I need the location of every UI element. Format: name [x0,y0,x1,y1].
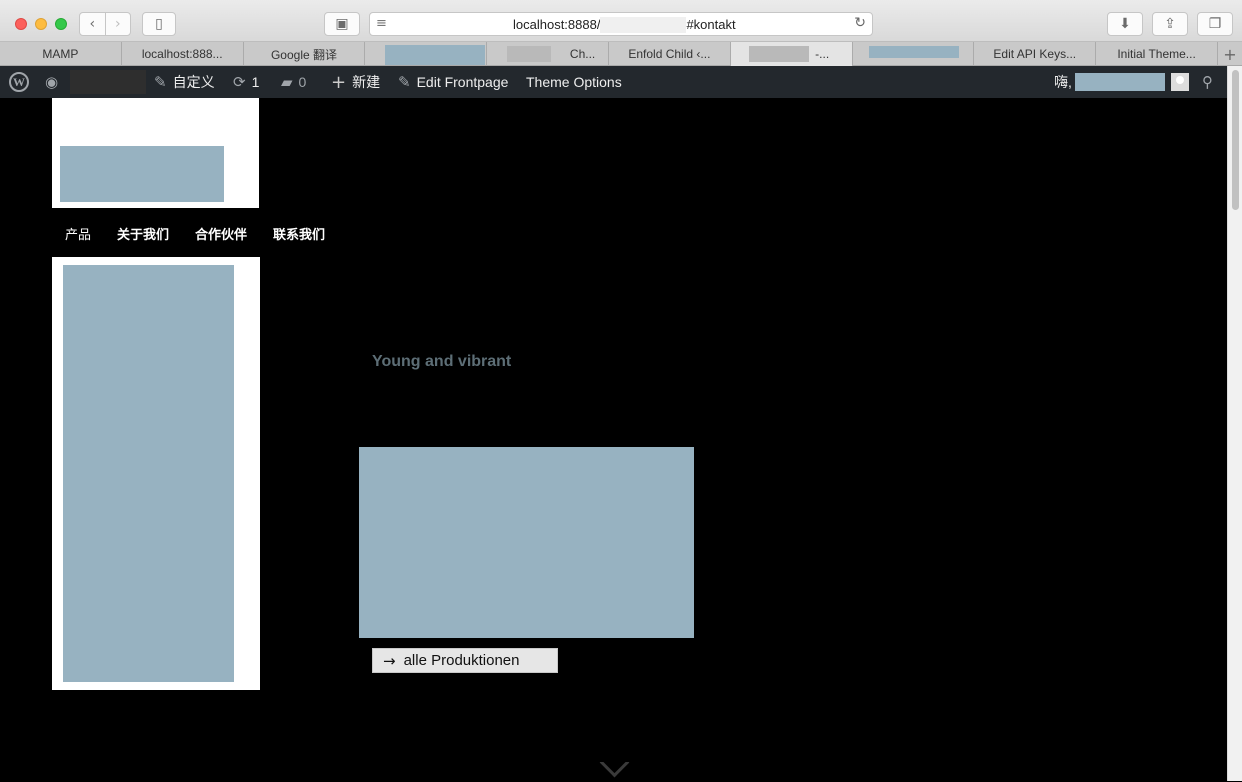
tab-edit-api-keys[interactable]: Edit API Keys... [974,42,1097,66]
new-label: 新建 [352,74,381,90]
share-button[interactable]: ⇪ [1152,12,1188,36]
tab-current[interactable]: -... [730,42,853,66]
page-scrollbar[interactable] [1227,66,1242,781]
tab-redacted-mask [507,46,552,62]
sidebar-toggle-button[interactable]: ▯ [142,12,176,36]
tab-label: Initial Theme... [1117,47,1196,61]
tab-ch[interactable]: Ch... [487,42,609,66]
tab-label: MAMP [42,47,79,61]
featured-image-redacted[interactable] [359,447,694,638]
nav-item-partners[interactable]: 合作伙伴 [195,224,247,243]
plus-icon: + [1223,44,1237,64]
address-bar[interactable]: ≡ localhost:8888/ #kontakt ↻ [369,12,873,36]
downloads-button[interactable]: ⬇ [1107,12,1143,36]
reader-icon[interactable]: ≡ [376,16,387,31]
updates-icon: ⟳ [233,73,246,91]
admin-search-button[interactable]: ⚲ [1202,66,1213,98]
new-tab-button[interactable]: + [1218,42,1242,66]
wp-logo-menu[interactable]: W [9,66,29,98]
url-redacted [600,17,687,33]
tagline-heading: Young and vibrant [372,353,512,370]
all-productions-button[interactable]: → alle Produktionen [372,648,558,673]
share-icon: ⇪ [1164,16,1176,32]
tab-label: Enfold Child ‹... [628,47,711,61]
tab-label: Edit API Keys... [993,47,1077,61]
updates-link[interactable]: ⟳ 1 [233,66,259,98]
tabs-icon: ❐ [1208,16,1222,32]
edit-frontpage-link[interactable]: ✎ Edit Frontpage [398,66,508,98]
dashboard-icon: ◉ [45,73,59,91]
tab-redacted-2[interactable] [853,42,975,66]
minimize-window-button[interactable] [35,18,47,30]
tab-label: Google 翻译 [270,47,337,62]
url-text: localhost:8888/ #kontakt [513,17,736,33]
comments-count: 0 [298,74,307,90]
tab-label: localhost:888... [141,47,223,61]
tab-mamp[interactable]: MAMP [0,42,122,66]
url-prefix: localhost:8888/ [513,17,601,32]
zoom-window-button[interactable] [55,18,67,30]
tab-redacted-mask [385,45,486,65]
theme-options-link[interactable]: Theme Options [526,66,622,98]
tab-overview-button[interactable]: ▣ [324,12,360,36]
username-redacted [1074,73,1165,91]
new-content-menu[interactable]: + 新建 [331,66,380,98]
tab-overview-icon: ▣ [335,16,349,32]
back-button[interactable]: ‹ [80,13,106,35]
browser-toolbar: ‹ › ▯ ▣ ≡ localhost:8888/ #kontakt ↻ ⬇ ⇪… [0,0,1242,42]
tab-google-translate[interactable]: Google 翻译 [244,42,366,66]
updates-count: 1 [251,74,260,90]
paintbrush-icon: ✎ [154,73,167,91]
poster-image-redacted [63,265,234,682]
poster-frame [52,257,260,690]
nav-item-about-us[interactable]: 关于我们 [117,224,169,243]
pencil-icon: ✎ [398,73,411,91]
tab-redacted-mask [748,46,809,62]
tab-redacted-mask [868,46,959,58]
nav-item-contact-us[interactable]: 联系我们 [273,224,325,243]
customize-label: 自定义 [172,74,215,90]
my-account-menu[interactable]: 嗨, [1054,66,1189,98]
tab-bar: MAMP localhost:888... Google 翻译 Ch... En… [0,42,1242,66]
tab-enfold-child[interactable]: Enfold Child ‹... [609,42,731,66]
customize-link[interactable]: ✎ 自定义 [154,66,215,98]
tabs-button[interactable]: ❐ [1197,12,1233,36]
sidebar-icon: ▯ [155,16,163,32]
dashboard-menu[interactable]: ◉ [45,66,64,98]
download-icon: ⬇ [1119,16,1131,32]
reload-icon[interactable]: ↻ [854,15,866,31]
edit-frontpage-label: Edit Frontpage [416,74,509,90]
forward-button[interactable]: › [106,13,131,35]
comment-icon: ▰ [281,73,293,91]
wordpress-icon: W [9,72,29,92]
tab-initial-theme[interactable]: Initial Theme... [1096,42,1218,66]
site-name-redacted[interactable] [70,70,146,94]
scroll-down-chevron-icon[interactable] [598,762,630,782]
close-window-button[interactable] [15,18,27,30]
wp-admin-bar: W ◉ ✎ 自定义 ⟳ 1 ▰ 0 + 新建 ✎ Edit Frontpage Theme… [0,66,1227,98]
tab-label: -... [815,47,830,61]
search-icon: ⚲ [1202,73,1213,91]
comments-link[interactable]: ▰ 0 [281,66,306,98]
theme-options-label: Theme Options [526,74,622,90]
tab-redacted-1[interactable] [365,42,488,66]
main-navigation: 产品 关于我们 合作伙伴 联系我们 [65,224,351,243]
tab-localhost[interactable]: localhost:888... [122,42,244,66]
nav-item-products[interactable]: 产品 [65,224,91,243]
scrollbar-thumb[interactable] [1232,70,1239,210]
site-logo[interactable] [52,98,259,208]
avatar [1170,73,1189,91]
greeting-text: 嗨, [1054,74,1072,90]
tab-label: Ch... [569,47,596,61]
logo-image-redacted [60,146,224,202]
history-navigation: ‹ › [79,12,131,36]
plus-icon: + [331,71,347,93]
url-suffix: #kontakt [686,17,736,32]
arrow-right-icon: → [383,651,396,670]
all-productions-label: alle Produktionen [403,652,520,669]
